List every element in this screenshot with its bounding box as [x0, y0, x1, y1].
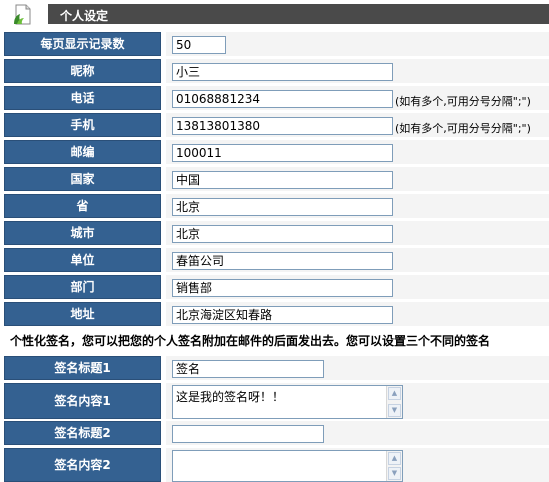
mobile-hint: (如有多个,可用分号分隔";") [395, 122, 531, 135]
signature-title-2-input[interactable] [172, 425, 324, 443]
field-cell: 50 [166, 32, 549, 56]
field-cell: 销售部 [166, 275, 549, 299]
mobile-input[interactable]: 13813801380 [172, 117, 393, 135]
row-address: 地址 北京海淀区知春路 [0, 302, 549, 326]
textarea-scrollbar[interactable]: ▲ ▼ [386, 451, 402, 481]
field-cell [166, 421, 549, 445]
field-label: 部门 [4, 275, 161, 299]
row-province: 省 北京 [0, 194, 549, 218]
signature-title-1-input[interactable]: 签名 [172, 360, 324, 378]
field-cell: 中国 [166, 167, 549, 191]
field-label: 签名标题2 [4, 421, 161, 445]
scroll-up-icon[interactable]: ▲ [388, 387, 401, 400]
country-input[interactable]: 中国 [172, 171, 393, 189]
signature-content-1-text: 这是我的签名呀！！ [176, 390, 285, 404]
row-nickname: 昵称 小三 [0, 59, 549, 83]
row-mobile: 手机 13813801380 (如有多个,可用分号分隔";") [0, 113, 549, 137]
field-cell: 签名 [166, 356, 549, 380]
row-records-per-page: 每页显示记录数 50 [0, 32, 549, 56]
row-company: 单位 春笛公司 [0, 248, 549, 272]
records-per-page-input[interactable]: 50 [172, 36, 226, 54]
signature-content-2-textarea[interactable]: ▲ ▼ [172, 450, 403, 482]
field-label: 电话 [4, 86, 161, 110]
field-cell: 北京海淀区知春路 [166, 302, 549, 326]
row-country: 国家 中国 [0, 167, 549, 191]
field-cell: ▲ ▼ [166, 448, 549, 482]
field-label: 城市 [4, 221, 161, 245]
field-label: 单位 [4, 248, 161, 272]
field-label: 昵称 [4, 59, 161, 83]
field-label: 签名内容2 [4, 448, 161, 482]
scroll-down-icon[interactable]: ▼ [388, 404, 401, 417]
row-signature-title-1: 签名标题1 签名 [0, 356, 549, 380]
title-strip: 个人设定 [48, 4, 549, 24]
scroll-down-icon[interactable]: ▼ [388, 467, 401, 480]
row-department: 部门 销售部 [0, 275, 549, 299]
field-cell: 100011 [166, 140, 549, 164]
field-label: 地址 [4, 302, 161, 326]
textarea-scrollbar[interactable]: ▲ ▼ [386, 386, 402, 418]
field-cell: 01068881234 (如有多个,可用分号分隔";") [166, 86, 549, 110]
field-cell: 北京 [166, 194, 549, 218]
phone-hint: (如有多个,可用分号分隔";") [395, 95, 531, 108]
company-input[interactable]: 春笛公司 [172, 252, 393, 270]
signature-content-1-textarea[interactable]: 这是我的签名呀！！ ▲ ▼ [172, 385, 403, 419]
row-city: 城市 北京 [0, 221, 549, 245]
row-signature-content-1: 签名内容1 这是我的签名呀！！ ▲ ▼ [0, 383, 549, 419]
phone-input[interactable]: 01068881234 [172, 90, 393, 108]
signature-note: 个性化签名，您可以把您的个人签名附加在邮件的后面发出去。您可以设置三个不同的签名 [0, 328, 549, 354]
title-icon-box [0, 0, 48, 28]
row-phone: 电话 01068881234 (如有多个,可用分号分隔";") [0, 86, 549, 110]
row-signature-title-2: 签名标题2 [0, 421, 549, 445]
row-signature-content-2: 签名内容2 ▲ ▼ [0, 448, 549, 482]
nickname-input[interactable]: 小三 [172, 63, 393, 81]
row-zipcode: 邮编 100011 [0, 140, 549, 164]
settings-page-icon [14, 4, 31, 25]
page-title: 个人设定 [60, 9, 109, 23]
field-cell: 春笛公司 [166, 248, 549, 272]
scroll-up-icon[interactable]: ▲ [388, 452, 401, 465]
address-input[interactable]: 北京海淀区知春路 [172, 306, 393, 324]
city-input[interactable]: 北京 [172, 225, 393, 243]
field-label: 国家 [4, 167, 161, 191]
field-cell: 13813801380 (如有多个,可用分号分隔";") [166, 113, 549, 137]
department-input[interactable]: 销售部 [172, 279, 393, 297]
title-bar: 个人设定 [0, 0, 549, 28]
field-cell: 北京 [166, 221, 549, 245]
province-input[interactable]: 北京 [172, 198, 393, 216]
field-cell: 小三 [166, 59, 549, 83]
field-label: 签名内容1 [4, 383, 161, 419]
field-label: 每页显示记录数 [4, 32, 161, 56]
field-label: 签名标题1 [4, 356, 161, 380]
field-cell: 这是我的签名呀！！ ▲ ▼ [166, 383, 549, 419]
field-label: 手机 [4, 113, 161, 137]
field-label: 省 [4, 194, 161, 218]
zipcode-input[interactable]: 100011 [172, 144, 393, 162]
field-label: 邮编 [4, 140, 161, 164]
